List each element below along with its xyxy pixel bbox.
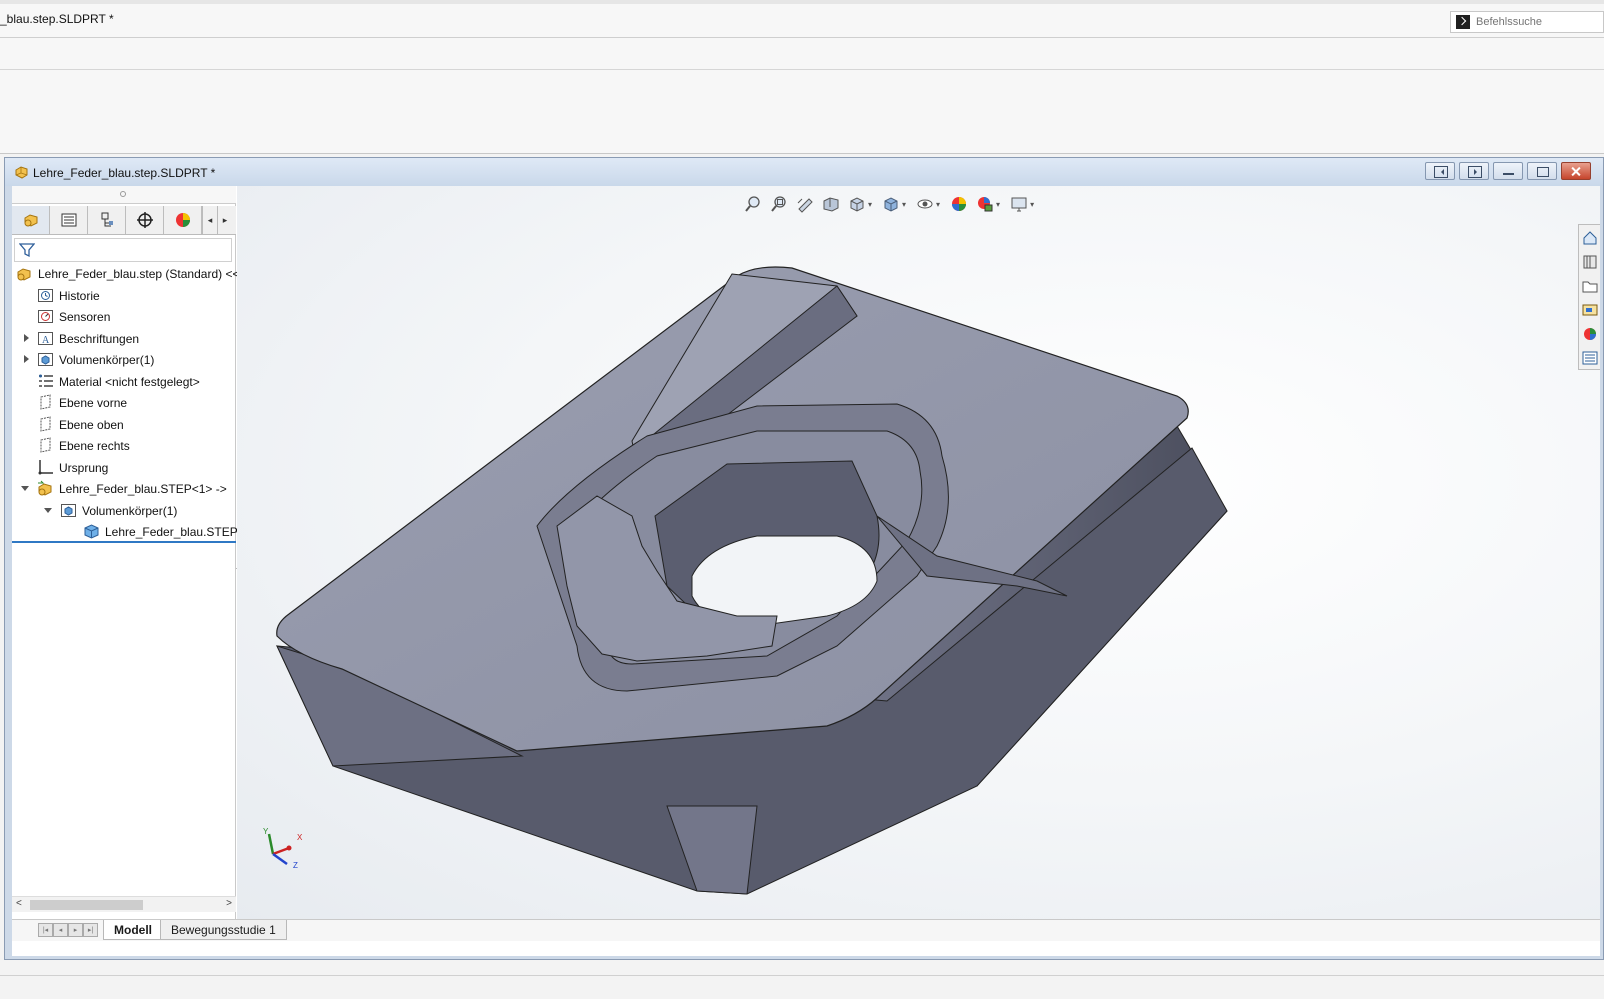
expand-arrow-icon[interactable] [21, 333, 31, 343]
command-search-box[interactable] [1450, 11, 1604, 33]
tree-node[interactable]: Lehre_Feder_blau.STEP<1> -> [12, 478, 236, 500]
scroll-right-arrow-icon[interactable]: > [226, 898, 232, 909]
last-tab-arrow-icon[interactable]: ▸| [83, 923, 98, 937]
tree-filter-box[interactable] [14, 238, 232, 262]
tree-node[interactable]: Ursprung [12, 457, 236, 479]
sensor-icon [37, 308, 54, 325]
plane-icon [37, 415, 54, 433]
bottom-tab-bar: |◂ ◂ ▸ ▸| Modell Bewegungsstudie 1 [12, 919, 1600, 941]
close-button[interactable] [1561, 162, 1591, 180]
svg-text:A: A [42, 335, 50, 346]
feature-tree: Lehre_Feder_blau.step (Standard) <<S Hist… [12, 263, 251, 543]
command-prompt-icon [1456, 15, 1470, 29]
tabs-scroll-right-button[interactable]: ▸ [217, 206, 232, 234]
solid-bodies-folder-icon [60, 502, 77, 519]
plane-icon [37, 394, 54, 411]
document-title: Lehre_Feder_blau.step.SLDPRT * [33, 166, 216, 180]
solid-bodies-folder-icon [37, 351, 54, 368]
tree-horizontal-scrollbar[interactable]: < > [12, 896, 236, 912]
configuration-icon [101, 212, 113, 227]
tree-node[interactable]: Ebene oben [12, 414, 236, 436]
configurationmanager-tab[interactable] [88, 206, 126, 234]
tile-right-button[interactable] [1459, 162, 1489, 180]
command-search-input[interactable] [1476, 16, 1596, 28]
scrollbar-thumb[interactable] [30, 900, 143, 910]
crosshair-icon [136, 212, 153, 228]
tree-node-label: Sensoren [59, 310, 111, 324]
document-window: Lehre_Feder_blau.step.SLDPRT * ◂ ▸ Lehre… [4, 157, 1604, 960]
propertymanager-tab[interactable] [50, 206, 88, 234]
feature-manager-tabs: ◂ ▸ [12, 206, 236, 235]
minimize-button[interactable] [1493, 162, 1523, 180]
expand-arrow-icon[interactable] [21, 354, 31, 364]
tree-node-label: Volumenkörper(1) [82, 503, 178, 518]
collapse-arrow-icon[interactable] [21, 483, 31, 493]
appearance-icon [175, 213, 190, 227]
prev-tab-arrow-icon[interactable]: ◂ [53, 923, 68, 937]
first-tab-arrow-icon[interactable]: |◂ [38, 923, 53, 937]
scroll-left-arrow-icon[interactable]: < [16, 898, 22, 909]
plane-icon [37, 437, 54, 454]
tree-node-label: Lehre_Feder_blau.STEP<1> -> [59, 482, 227, 496]
document-title-bar: Lehre_Feder_blau.step.SLDPRT * [5, 158, 1603, 186]
property-list-icon [61, 213, 76, 227]
tree-node-label: Volumenkörper(1) [59, 353, 155, 367]
tree-node-label: Lehre_Feder_blau.STEP<1 [105, 525, 252, 539]
triad-y-label: Y [263, 827, 269, 836]
featuremanager-tab[interactable] [12, 206, 50, 234]
command-manager-area [0, 70, 1604, 154]
status-bar [0, 975, 1604, 999]
triad-z-label: Z [293, 861, 298, 870]
next-tab-arrow-icon[interactable]: ▸ [68, 923, 83, 937]
feature-manager-panel: ◂ ▸ Lehre_Feder_blau.step (Standard) <<S… [12, 186, 251, 919]
tree-node-label: Material <nicht festgelegt> [59, 374, 200, 389]
collapse-arrow-icon[interactable] [44, 505, 54, 515]
tree-node[interactable]: Material <nicht festgelegt> [12, 371, 236, 393]
tab-model[interactable]: Modell [103, 920, 163, 940]
tree-node-label: Lehre_Feder_blau.step (Standard) <<S [38, 267, 248, 281]
graphics-area[interactable]: ▾ ▾ ▾ ▾ ▾ Y X Z [237, 186, 1600, 919]
annotation-icon: A [37, 330, 54, 347]
tree-node-label: Ebene rechts [59, 439, 130, 453]
tree-node[interactable]: Ebene vorne [12, 392, 236, 414]
tree-node-label: Ebene vorne [59, 396, 128, 410]
tree-node[interactable]: Historie [12, 285, 236, 307]
tree-node[interactable]: Lehre_Feder_blau.step (Standard) <<S [12, 263, 247, 285]
title-bar: _blau.step.SLDPRT * [0, 0, 1604, 38]
part-icon [15, 166, 28, 179]
part-icon [16, 265, 33, 282]
tabs-scroll-left-button[interactable]: ◂ [202, 206, 217, 234]
panel-splitter[interactable] [12, 186, 236, 204]
tree-node-label: Ursprung [59, 460, 109, 475]
tree-node[interactable]: Volumenkörper(1) [12, 500, 236, 522]
origin-icon [37, 459, 54, 476]
imported-part-icon [37, 480, 54, 497]
tree-node[interactable]: Volumenkörper(1) [12, 349, 236, 371]
tree-node[interactable]: Sensoren [12, 306, 236, 328]
tab-motion-study[interactable]: Bewegungsstudie 1 [160, 920, 287, 940]
tree-node-label: Beschriftungen [59, 331, 140, 346]
tile-left-button[interactable] [1425, 162, 1455, 180]
splitter-grip-icon [120, 191, 126, 197]
solidworks-window: _blau.step.SLDPRT * Lehre_Feder_blau.ste… [0, 0, 1604, 999]
tree-node[interactable]: Ebene rechts [12, 435, 236, 457]
tab-navigation-arrows: |◂ ◂ ▸ ▸| [38, 923, 98, 937]
material-icon [37, 373, 54, 390]
command-manager-tabs [0, 38, 1604, 70]
maximize-button[interactable] [1527, 162, 1557, 180]
history-icon [37, 287, 54, 304]
tree-node-label: Historie [59, 288, 100, 303]
tree-node[interactable]: Lehre_Feder_blau.STEP<1 [12, 521, 251, 543]
tree-node-label: Ebene oben [59, 417, 124, 432]
filter-icon [19, 243, 35, 258]
app-title: _blau.step.SLDPRT * [0, 12, 114, 26]
coordinate-triad: Y X Z [259, 826, 309, 874]
solid-body-icon [83, 523, 100, 540]
document-client-area: ◂ ▸ Lehre_Feder_blau.step (Standard) <<S… [12, 186, 1600, 956]
displaymanager-tab[interactable] [164, 206, 202, 234]
tree-node[interactable]: A Beschriftungen [12, 328, 236, 350]
part-icon [24, 214, 37, 227]
dimxpertmanager-tab[interactable] [126, 206, 164, 234]
triad-x-label: X [297, 833, 303, 842]
